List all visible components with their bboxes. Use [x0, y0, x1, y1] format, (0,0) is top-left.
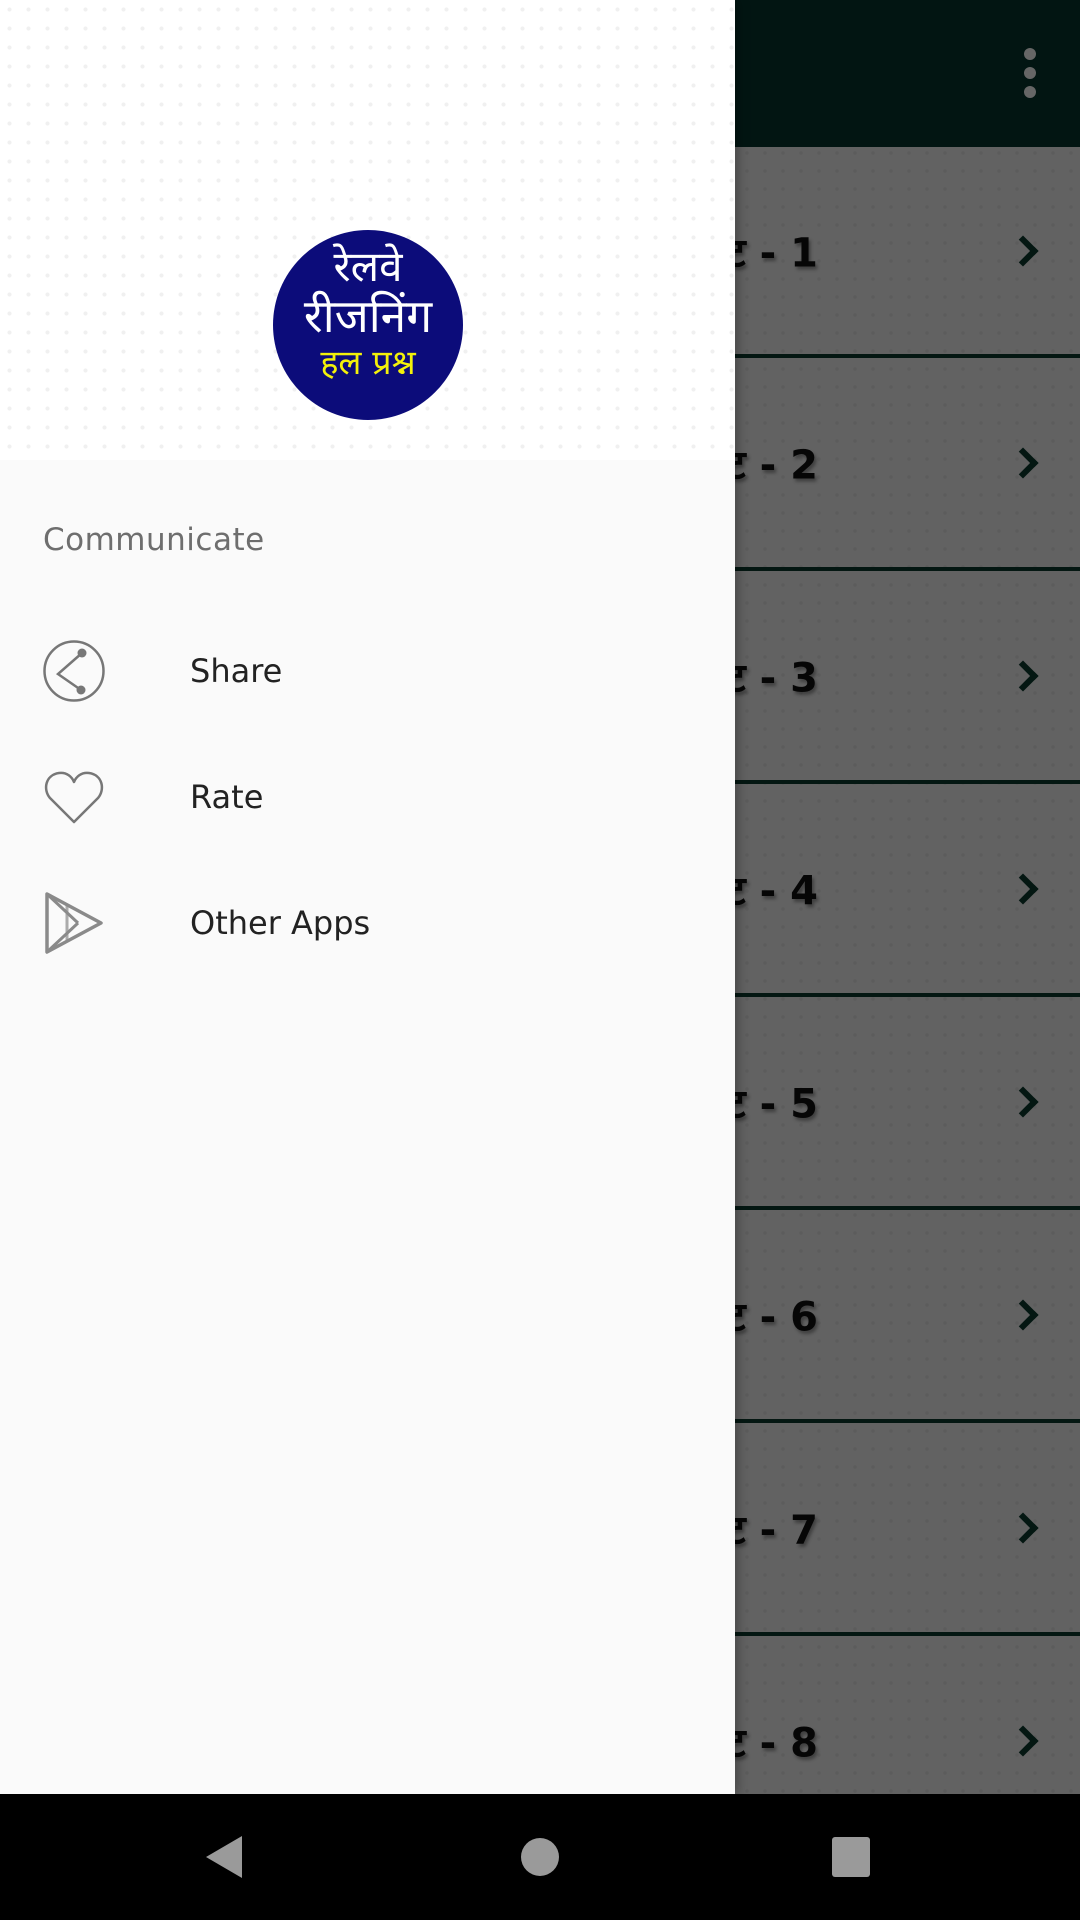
logo-line-2: रीजनिंग — [303, 289, 433, 343]
nav-home-button[interactable] — [510, 1834, 570, 1880]
drawer-item-label: Rate — [190, 778, 264, 816]
nav-recents-button[interactable] — [820, 1834, 880, 1880]
drawer-item-rate[interactable]: Rate — [0, 734, 735, 860]
play-store-icon — [42, 891, 106, 955]
share-icon — [42, 639, 106, 703]
section-label: Communicate — [43, 522, 265, 558]
logo-line-1: रेलवे — [333, 242, 403, 291]
drawer-header: रेलवे रीजनिंग हल प्रश्न — [0, 0, 735, 460]
drawer-item-share[interactable]: Share — [0, 608, 735, 734]
logo-line-3: हल प्रश्न — [320, 343, 416, 383]
drawer-item-label: Other Apps — [190, 904, 371, 942]
drawer-item-label: Share — [190, 652, 283, 690]
app-logo: रेलवे रीजनिंग हल प्रश्न — [273, 230, 463, 420]
navigation-drawer: रेलवे रीजनिंग हल प्रश्न Communicate Shar… — [0, 0, 735, 1794]
drawer-item-other-apps[interactable]: Other Apps — [0, 860, 735, 986]
nav-back-button[interactable] — [198, 1834, 258, 1880]
home-icon — [521, 1838, 559, 1876]
heart-icon — [42, 765, 106, 829]
system-nav-bar — [0, 1794, 1080, 1920]
back-icon — [206, 1836, 242, 1878]
recents-icon — [832, 1837, 870, 1877]
